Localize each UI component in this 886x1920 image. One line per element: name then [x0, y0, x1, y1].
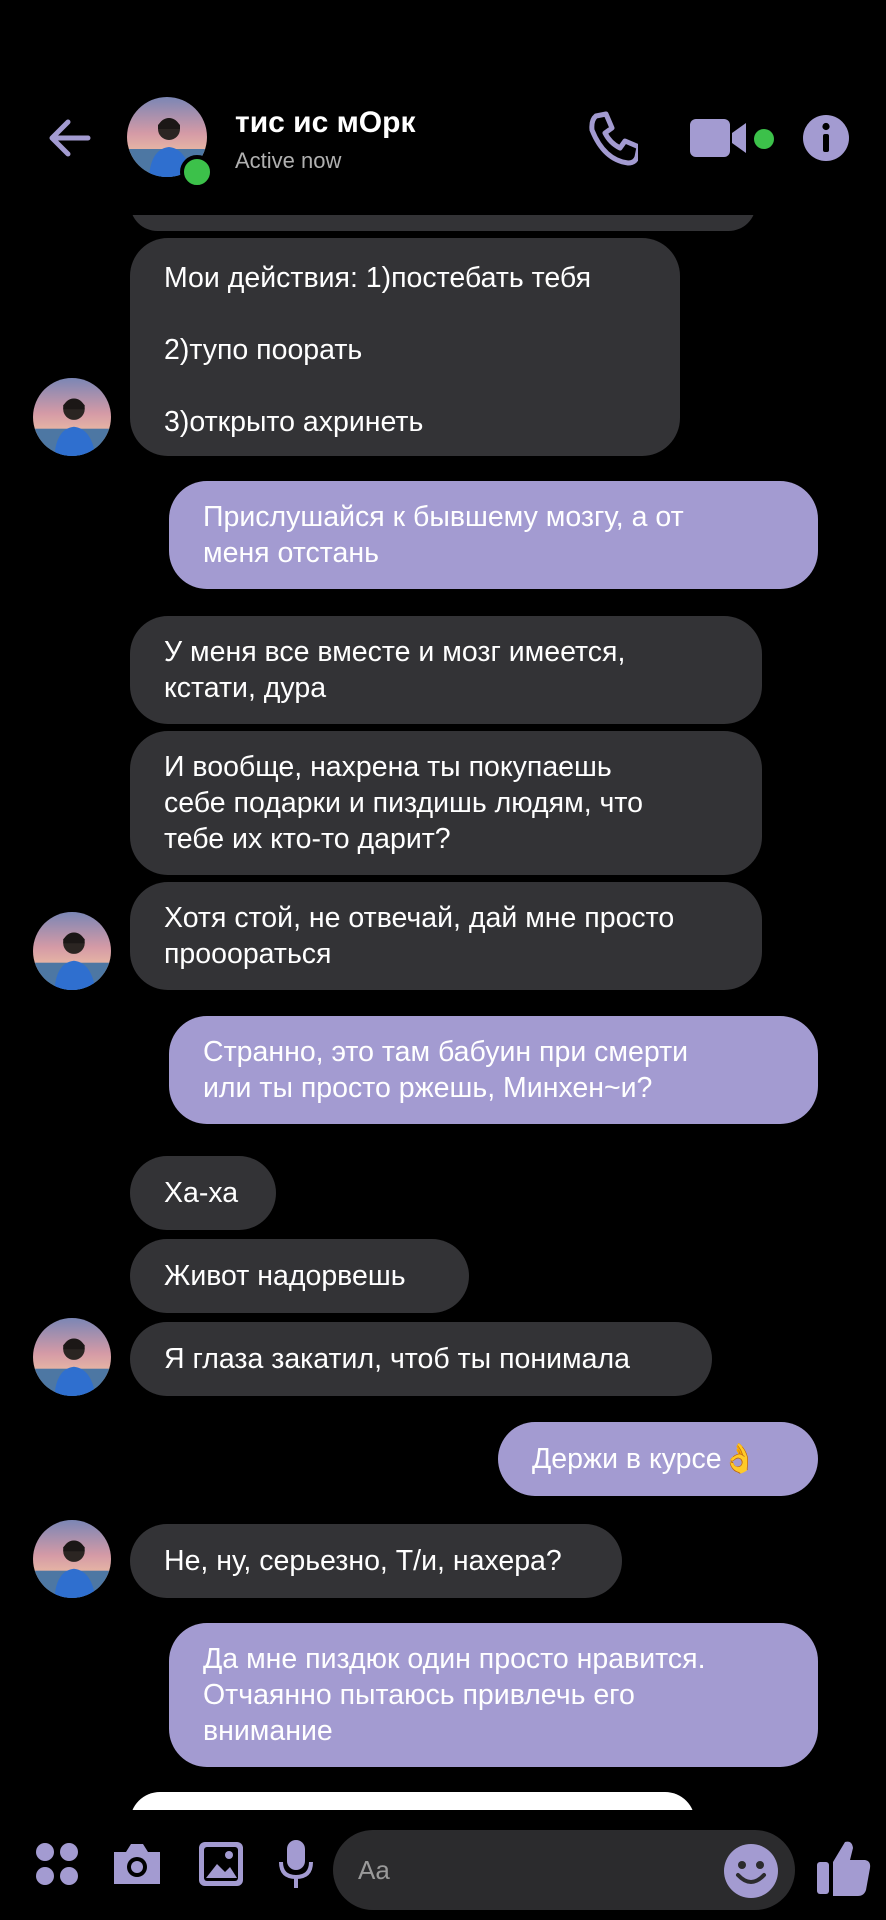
thumbs-up-icon[interactable] — [815, 1838, 871, 1896]
apps-icon[interactable] — [34, 1841, 80, 1887]
phone-icon[interactable] — [582, 110, 638, 166]
message-line: меня отстань — [203, 537, 379, 569]
online-status-indicator — [180, 155, 214, 189]
video-camera-icon[interactable] — [688, 115, 750, 161]
camera-icon[interactable] — [110, 1840, 164, 1888]
message-line: У меня все вместе и мозг имеется, — [164, 636, 626, 668]
message-line: тебе их кто-то дарит? — [164, 823, 451, 855]
message-bubble[interactable]: И вообще, нахрена ты покупаешь себе пода… — [130, 731, 762, 875]
message-bubble[interactable]: Хотя стой, не отвечай, дай мне просто пр… — [130, 882, 762, 990]
message-bubble[interactable]: Живот надорвешь — [130, 1239, 469, 1313]
message-line: кстати, дура — [164, 672, 327, 704]
message-line: И вообще, нахрена ты покупаешь — [164, 751, 612, 783]
message-bubble-outgoing[interactable]: Держи в курсе👌 — [498, 1422, 818, 1496]
message-line: Отчаянно пытаюсь привлечь его — [203, 1679, 635, 1711]
active-status: Active now — [235, 148, 342, 173]
contact-name[interactable]: тис ис мОрк — [235, 106, 415, 140]
message-line: Не, ну, серьезно, Т/и, нахера? — [164, 1545, 562, 1577]
avatar[interactable] — [33, 378, 111, 456]
message-bubble[interactable]: Мои действия: 1)постебать тебя 2)тупо по… — [130, 238, 680, 456]
message-line: Ха-ха — [164, 1177, 239, 1209]
message-bubble-outgoing[interactable]: Странно, это там бабуин при смерти или т… — [169, 1016, 818, 1124]
microphone-icon[interactable] — [276, 1838, 316, 1890]
message-line — [164, 368, 646, 404]
message-line: 3)открыто ахринеть — [164, 406, 424, 438]
back-arrow-icon[interactable] — [44, 112, 96, 164]
info-icon[interactable] — [802, 114, 850, 162]
avatar[interactable] — [33, 912, 111, 990]
message-bubble[interactable]: Я глаза закатил, чтоб ты понимала — [130, 1322, 712, 1396]
avatar[interactable] — [33, 1318, 111, 1396]
message-line: внимание — [203, 1715, 333, 1747]
message-input-placeholder: Aa — [358, 1855, 390, 1885]
message-line: Я глаза закатил, чтоб ты понимала — [164, 1343, 630, 1375]
chat-header: тис ис мОрк Active now — [0, 0, 886, 215]
message-bubble[interactable]: Не, ну, серьезно, Т/и, нахера? — [130, 1524, 622, 1598]
message-bubble[interactable]: Ха-ха — [130, 1156, 276, 1230]
gallery-icon[interactable] — [197, 1840, 245, 1888]
message-line: Да мне пиздюк один просто нравится. — [203, 1643, 706, 1675]
message-bubble-outgoing[interactable]: Да мне пиздюк один просто нравится. Отча… — [169, 1623, 818, 1767]
message-line: себе подарки и пиздишь людям, что — [164, 787, 643, 819]
emoji-icon[interactable] — [723, 1843, 779, 1899]
video-active-dot — [754, 129, 774, 149]
message-line: Мои действия: 1)постебать тебя — [164, 262, 592, 294]
message-line: 2)тупо поорать — [164, 334, 363, 366]
message-line: Прислушайся к бывшему мозгу, а от — [203, 501, 684, 533]
message-line: Держи в курсе👌 — [532, 1443, 758, 1475]
message-bubble-outgoing[interactable]: Прислушайся к бывшему мозгу, а от меня о… — [169, 481, 818, 589]
message-line — [164, 296, 646, 332]
message-line: Живот надорвешь — [164, 1260, 406, 1292]
message-line: прооораться — [164, 938, 332, 970]
message-bubble[interactable]: У меня все вместе и мозг имеется, кстати… — [130, 616, 762, 724]
message-line: Хотя стой, не отвечай, дай мне просто — [164, 902, 675, 934]
avatar[interactable] — [33, 1520, 111, 1598]
message-line: Странно, это там бабуин при смерти — [203, 1036, 689, 1068]
message-line: или ты просто ржешь, Минхен~и? — [203, 1072, 653, 1104]
